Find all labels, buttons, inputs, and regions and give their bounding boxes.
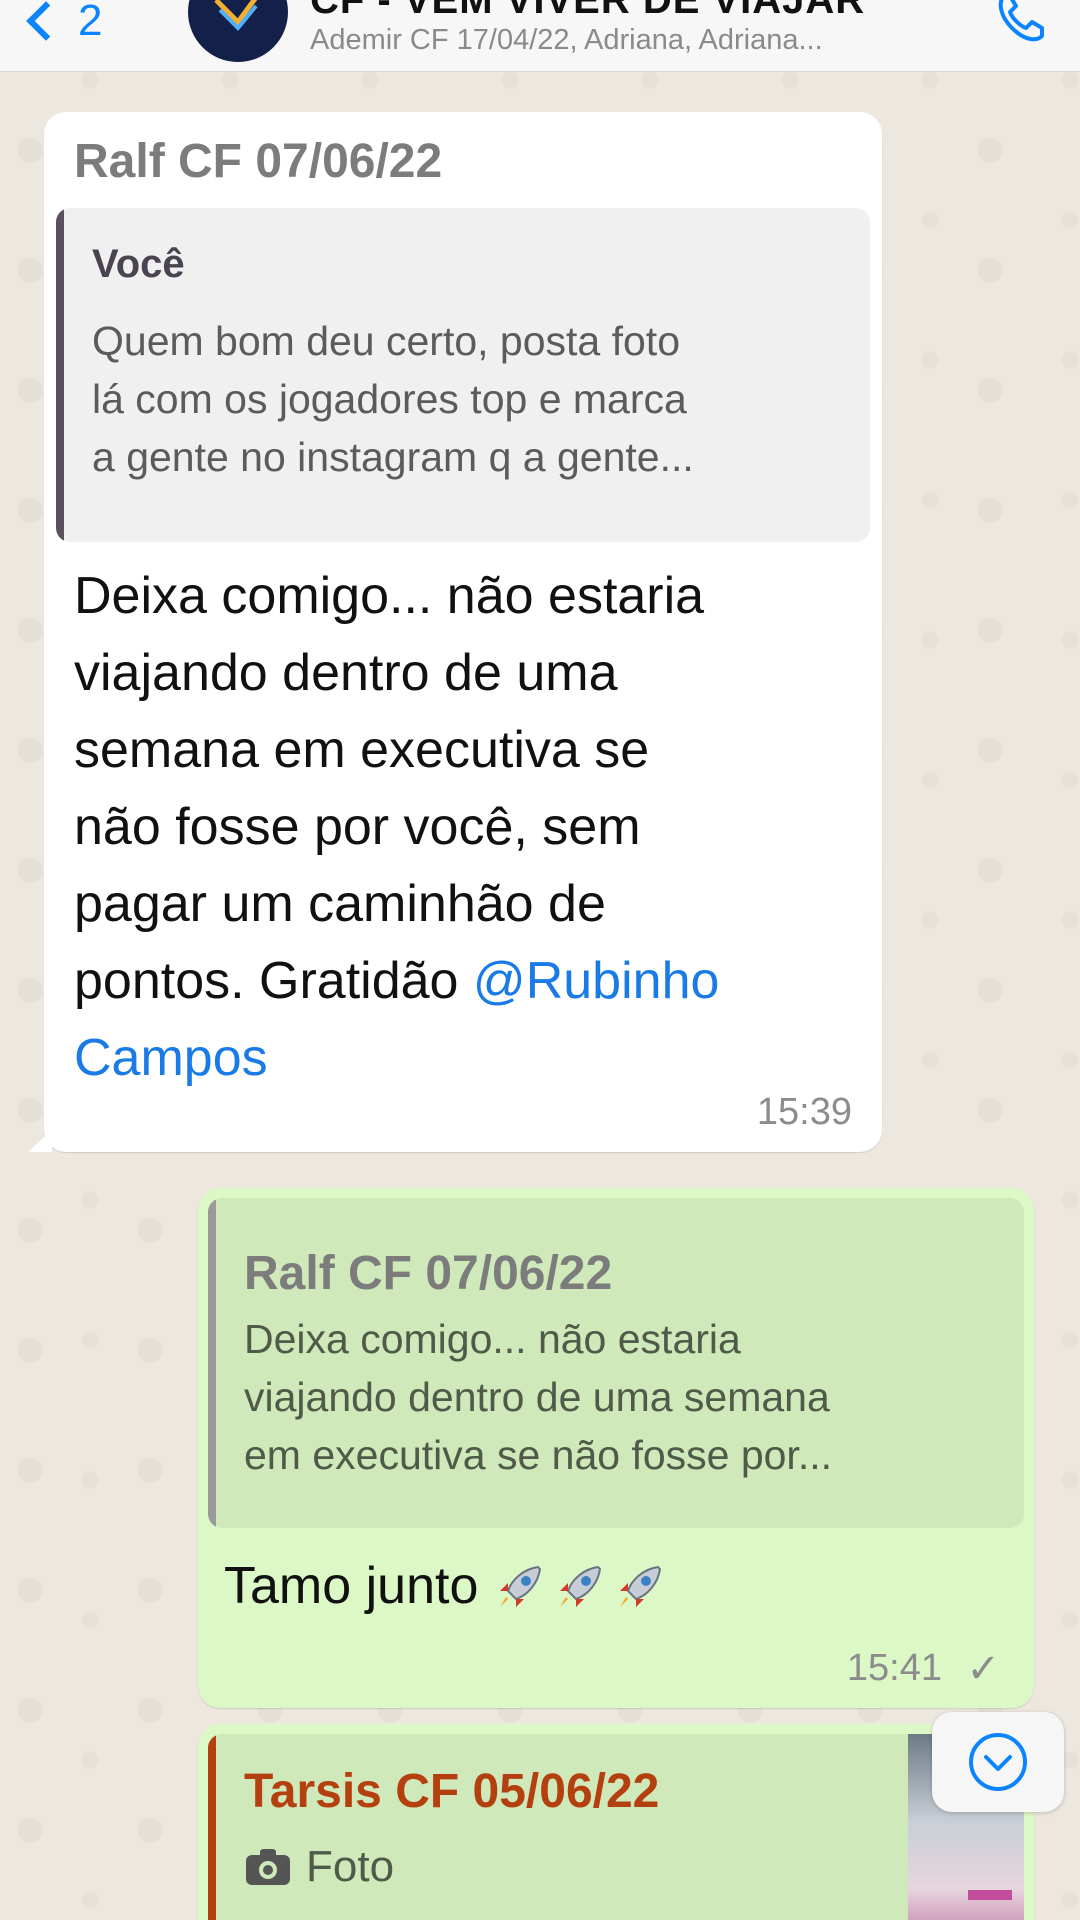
camera-icon bbox=[246, 1849, 290, 1885]
sent-tick-icon: ✓ bbox=[966, 1647, 1000, 1691]
group-participants[interactable]: Ademir CF 17/04/22, Adriana, Adriana... bbox=[310, 24, 823, 57]
group-avatar-logo bbox=[214, 0, 258, 31]
phone-call-button[interactable] bbox=[990, 0, 1050, 48]
quote-bar bbox=[208, 1734, 216, 1920]
back-button[interactable]: 2 bbox=[22, 0, 142, 56]
quote-bar bbox=[56, 208, 64, 542]
sender-name[interactable]: Ralf CF 07/06/22 bbox=[74, 134, 442, 189]
message-text: Tamo junto bbox=[224, 1548, 666, 1625]
unread-count: 2 bbox=[78, 0, 103, 45]
quote-media-label: Foto bbox=[244, 1842, 394, 1892]
chat-header: 2 CF - VEM VIVER DE VIAJAR Ademir CF 17/… bbox=[0, 0, 1080, 72]
bubble-tail bbox=[28, 1130, 52, 1152]
rocket-emoji bbox=[620, 1565, 662, 1607]
message-time: 15:41 bbox=[846, 1647, 942, 1689]
quoted-message[interactable]: Ralf CF 07/06/22 Deixa comigo... não est… bbox=[208, 1198, 1024, 1528]
scroll-to-bottom-button[interactable] bbox=[932, 1712, 1064, 1812]
quote-author: Ralf CF 07/06/22 bbox=[244, 1247, 613, 1300]
mention-link-continued[interactable]: Campos bbox=[74, 1029, 268, 1087]
back-chevron-icon bbox=[26, 1, 66, 41]
quote-text: Quem bom deu certo, posta foto lá com os… bbox=[92, 318, 694, 480]
quoted-message[interactable]: Você Quem bom deu certo, posta foto lá c… bbox=[56, 208, 870, 542]
quote-text: Deixa comigo... não estaria viajando den… bbox=[244, 1316, 832, 1478]
message-text: Deixa comigo... não estaria viajando den… bbox=[74, 567, 720, 1087]
quote-bar bbox=[208, 1198, 216, 1528]
quote-author: Você bbox=[92, 242, 185, 286]
message-time: 15:39 bbox=[756, 1091, 852, 1133]
outgoing-message[interactable]: Ralf CF 07/06/22 Deixa comigo... não est… bbox=[198, 1188, 1034, 1708]
incoming-message[interactable]: Ralf CF 07/06/22 Você Quem bom deu certo… bbox=[28, 112, 882, 1152]
outgoing-message[interactable]: Tarsis CF 05/06/22 Foto bbox=[198, 1724, 1034, 1920]
group-title[interactable]: CF - VEM VIVER DE VIAJAR bbox=[310, 0, 865, 23]
phone-call-icon bbox=[998, 0, 1044, 42]
quote-author: Tarsis CF 05/06/22 bbox=[244, 1765, 660, 1818]
group-avatar[interactable] bbox=[188, 0, 288, 62]
rocket-emoji bbox=[560, 1565, 602, 1607]
chevron-down-icon bbox=[969, 1733, 1027, 1791]
rocket-emoji bbox=[500, 1565, 542, 1607]
quoted-message[interactable]: Tarsis CF 05/06/22 Foto bbox=[208, 1734, 1024, 1920]
mention-link[interactable]: @Rubinho bbox=[473, 952, 720, 1010]
